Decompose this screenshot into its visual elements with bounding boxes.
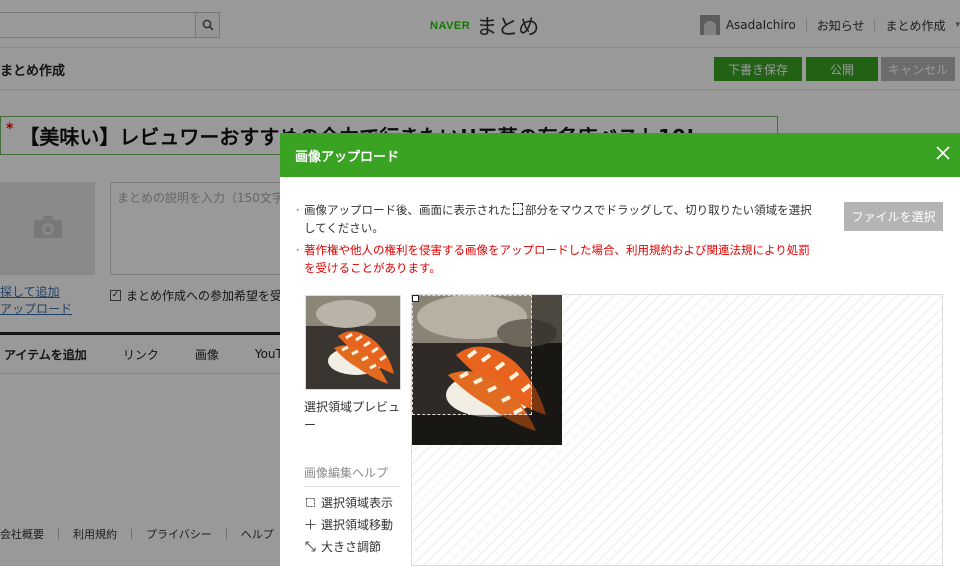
- crop-mask-right: [532, 295, 562, 445]
- close-button[interactable]: [930, 142, 956, 168]
- move-icon: [304, 519, 316, 531]
- help-item-resize: 大きさ調節: [304, 538, 381, 555]
- close-icon: [935, 145, 951, 165]
- help-title: 画像編集ヘルプ: [304, 464, 400, 487]
- select-area-icon: [304, 497, 316, 509]
- upload-notes: 画像アップロード後、画面に表示された部分をマウスでドラッグして、切り取りたい領域…: [296, 201, 814, 277]
- modal-header: 画像アップロード: [280, 133, 960, 177]
- copyright-warning: 著作権や他人の権利を侵害する画像をアップロードした場合、利用規約および関連法規に…: [296, 241, 814, 277]
- crop-canvas[interactable]: [411, 294, 943, 566]
- image-upload-modal: 画像アップロード 画像アップロード後、画面に表示された部分をマウスでドラッグして…: [280, 133, 960, 566]
- instruction-note: 画像アップロード後、画面に表示された部分をマウスでドラッグして、切り取りたい領域…: [296, 201, 814, 237]
- crop-resize-handle[interactable]: [412, 295, 419, 302]
- help-item-label: 選択領域移動: [321, 518, 394, 532]
- modal-title: 画像アップロード: [295, 149, 400, 165]
- crop-selection[interactable]: [412, 295, 532, 415]
- uploaded-image[interactable]: [412, 295, 562, 445]
- choose-file-button[interactable]: ファイルを選択: [844, 202, 943, 231]
- help-item-move-area: 選択領域移動: [304, 516, 393, 533]
- instruction-text-1: 画像アップロード後、画面に表示された: [304, 203, 511, 217]
- help-item-label: 大きさ調節: [321, 540, 382, 554]
- help-item-label: 選択領域表示: [321, 496, 394, 510]
- selection-marker-icon: [513, 203, 523, 215]
- crop-mask-bottom: [412, 415, 532, 445]
- resize-icon: [304, 541, 316, 553]
- preview-label: 選択領域プレビュー: [304, 400, 401, 432]
- help-item-select-area: 選択領域表示: [304, 494, 393, 511]
- selection-preview-image: [305, 295, 401, 390]
